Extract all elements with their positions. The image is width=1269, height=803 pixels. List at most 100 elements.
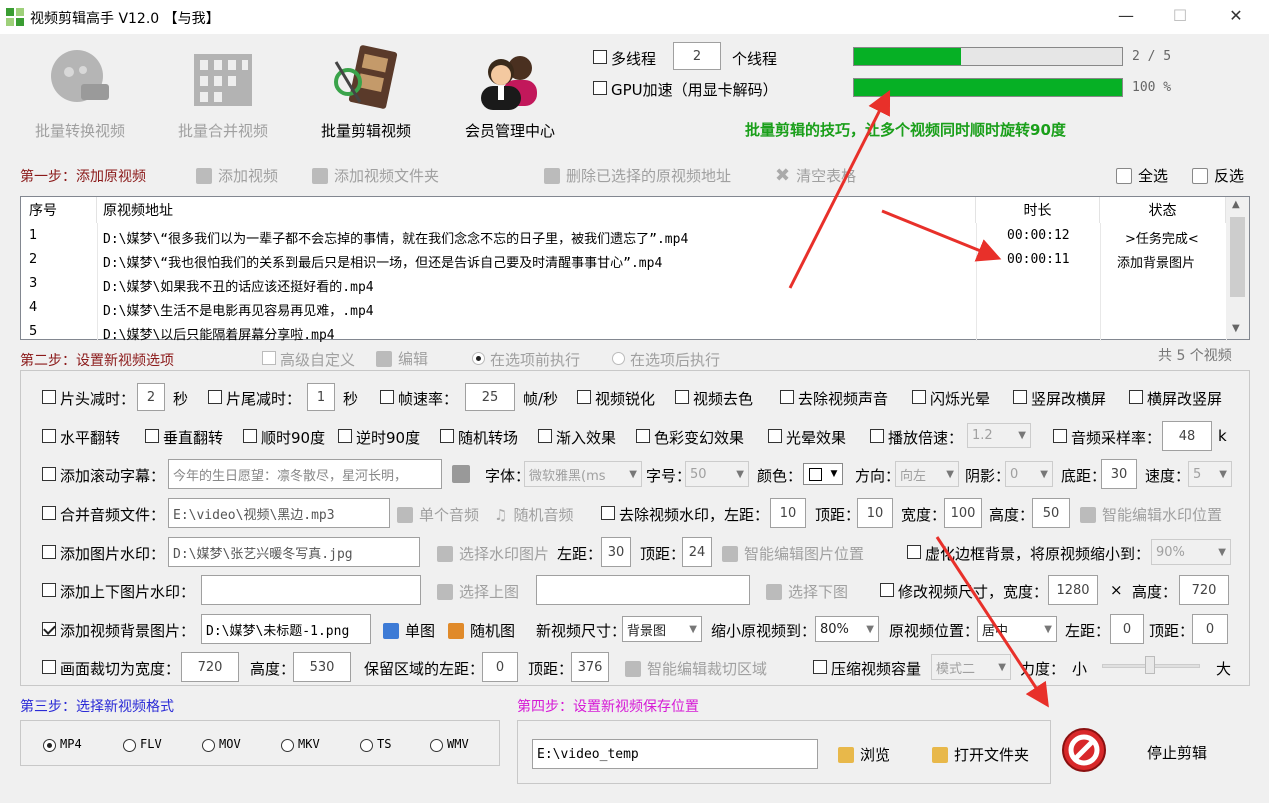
format-wmv-radio[interactable] — [430, 737, 443, 753]
after-radio[interactable] — [612, 350, 625, 366]
choose-wm-button[interactable]: 选择水印图片 — [437, 543, 549, 564]
scroll-text-input[interactable]: 今年的生日愿望：凛冬散尽，星河长明， — [168, 459, 442, 489]
smart-crop-button[interactable]: 智能编辑裁切区域 — [625, 658, 767, 679]
save-path-input[interactable]: E:\video_temp — [532, 739, 818, 769]
speed-checkbox[interactable] — [870, 428, 884, 444]
table-row[interactable]: 2 D:\媒梦\“我也很怕我们的关系到最后只是相识一场，但还是告诉自己要及时清醒事… — [21, 248, 1227, 272]
scroll-up-icon[interactable]: ▲ — [1232, 199, 1240, 210]
batch-edit-button[interactable] — [330, 42, 400, 116]
multi-thread-checkbox[interactable] — [593, 49, 607, 65]
strength-slider-thumb[interactable] — [1145, 656, 1155, 674]
vflip-checkbox[interactable] — [145, 428, 159, 444]
format-mp4-radio[interactable] — [43, 737, 56, 753]
blur-bg-checkbox[interactable] — [907, 544, 921, 560]
keep-left-input[interactable]: 0 — [482, 652, 518, 682]
open-folder-button[interactable]: 打开文件夹 — [932, 744, 1029, 765]
halo-fx-checkbox[interactable] — [768, 428, 782, 444]
size-select[interactable]: 50 ▼ — [685, 461, 749, 487]
speed-select[interactable]: 1.2 ▼ — [967, 423, 1031, 448]
wm-top-input[interactable]: 10 — [857, 498, 893, 528]
sample-checkbox[interactable] — [1053, 428, 1067, 444]
table-scrollbar[interactable]: ▲ ▼ — [1226, 197, 1249, 339]
add-video-button[interactable]: 添加视频 — [196, 165, 278, 186]
sample-input[interactable]: 48 — [1162, 421, 1212, 451]
fps-input[interactable]: 25 — [465, 383, 515, 411]
tail-cut-checkbox[interactable] — [208, 389, 222, 405]
select-all-button[interactable]: 全选 — [1116, 165, 1168, 186]
img-wm-path-input[interactable]: D:\媒梦\张艺兴暖冬写真.jpg — [168, 537, 420, 567]
resize-width-input[interactable]: 1280 — [1048, 575, 1098, 605]
hflip-checkbox[interactable] — [42, 428, 56, 444]
batch-merge-button[interactable] — [188, 44, 258, 118]
choose-bottom-button[interactable]: 选择下图 — [766, 581, 848, 602]
clear-table-button[interactable]: ✖ 清空表格 — [775, 165, 856, 186]
scroll-thumb[interactable] — [1230, 217, 1245, 297]
single-img-button[interactable]: 单图 — [383, 620, 435, 641]
cw90-checkbox[interactable] — [243, 428, 257, 444]
rate-select[interactable]: 5 ▼ — [1188, 461, 1232, 487]
topbottom-wm-checkbox[interactable] — [42, 582, 56, 598]
audio-path-input[interactable]: E:\video\视频\黑边.mp3 — [168, 498, 390, 528]
table-row[interactable]: 5 D:\媒梦\以后只能隔着屏幕分享啦.mp4 — [21, 320, 1227, 344]
color-fx-checkbox[interactable] — [636, 428, 650, 444]
top-img-input[interactable] — [201, 575, 421, 605]
col-header-duration[interactable]: 时长 — [976, 197, 1100, 223]
browse-button[interactable]: 浏览 — [838, 744, 890, 765]
table-row[interactable]: 4 D:\媒梦\生活不是电影再见容易再见难，.mp4 — [21, 296, 1227, 320]
close-icon[interactable]: ✕ — [1216, 6, 1256, 28]
position-select[interactable]: 居中 ▼ — [977, 616, 1057, 642]
pos-left-input[interactable]: 0 — [1110, 614, 1144, 644]
format-mov-radio[interactable] — [202, 737, 215, 753]
shadow-select[interactable]: 0 ▼ — [1005, 461, 1053, 487]
tail-cut-input[interactable]: 1 — [307, 383, 335, 411]
bg-img-checkbox[interactable] — [42, 621, 56, 637]
img-top-input[interactable]: 24 — [682, 537, 712, 567]
random-trans-checkbox[interactable] — [440, 428, 454, 444]
blur-select[interactable]: 90% ▼ — [1151, 539, 1231, 565]
head-cut-checkbox[interactable] — [42, 389, 56, 405]
flash-checkbox[interactable] — [912, 389, 926, 405]
mute-checkbox[interactable] — [780, 389, 794, 405]
font-select[interactable]: 微软雅黑(ms ▼ — [524, 461, 642, 487]
mode-select[interactable]: 模式二 ▼ — [931, 654, 1011, 680]
keep-top-input[interactable]: 376 — [571, 652, 609, 682]
table-row[interactable]: 3 D:\媒梦\如果我不丑的话应该还挺好看的.mp4 — [21, 272, 1227, 296]
resize-checkbox[interactable] — [880, 582, 894, 598]
stop-button[interactable] — [1060, 726, 1108, 778]
h2v-checkbox[interactable] — [1129, 389, 1143, 405]
ccw90-checkbox[interactable] — [338, 428, 352, 444]
head-cut-input[interactable]: 2 — [137, 383, 165, 411]
wm-left-input[interactable]: 10 — [770, 498, 806, 528]
table-row[interactable]: 1 D:\媒梦\“很多我们以为一辈子都不会忘掉的事情，就在我们念念不忘的日子里，被… — [21, 224, 1227, 248]
new-size-select[interactable]: 背景图 ▼ — [622, 616, 702, 642]
img-left-input[interactable]: 30 — [601, 537, 631, 567]
decolor-checkbox[interactable] — [675, 389, 689, 405]
before-radio[interactable] — [472, 350, 485, 366]
text-edit-icon[interactable] — [452, 465, 470, 483]
thread-count-input[interactable]: 2 — [673, 42, 721, 70]
batch-convert-button[interactable] — [45, 44, 115, 118]
format-ts-radio[interactable] — [360, 737, 373, 753]
compress-checkbox[interactable] — [813, 659, 827, 675]
shrink-select[interactable]: 80% ▼ — [815, 616, 879, 642]
scroll-down-icon[interactable]: ▼ — [1232, 323, 1240, 334]
wm-height-input[interactable]: 50 — [1032, 498, 1070, 528]
scroll-text-checkbox[interactable] — [42, 466, 56, 482]
minimize-icon[interactable]: — — [1106, 6, 1146, 28]
random-img-button[interactable]: 随机图 — [448, 620, 515, 641]
invert-selection-button[interactable]: 反选 — [1192, 165, 1244, 186]
img-wm-checkbox[interactable] — [42, 544, 56, 560]
gpu-checkbox[interactable] — [593, 80, 607, 96]
maximize-icon[interactable]: ☐ — [1160, 6, 1200, 28]
color-picker[interactable]: ▼ — [803, 463, 843, 485]
col-header-no[interactable]: 序号 — [21, 197, 97, 223]
delete-selected-button[interactable]: 删除已选择的原视频地址 — [544, 165, 731, 186]
format-mkv-radio[interactable] — [281, 737, 294, 753]
wm-width-input[interactable]: 100 — [944, 498, 982, 528]
crop-width-input[interactable]: 720 — [181, 652, 239, 682]
direction-select[interactable]: 向左 ▼ — [895, 461, 959, 487]
merge-audio-checkbox[interactable] — [42, 505, 56, 521]
add-folder-button[interactable]: 添加视频文件夹 — [312, 165, 439, 186]
pos-top-input[interactable]: 0 — [1192, 614, 1228, 644]
resize-height-input[interactable]: 720 — [1179, 575, 1229, 605]
